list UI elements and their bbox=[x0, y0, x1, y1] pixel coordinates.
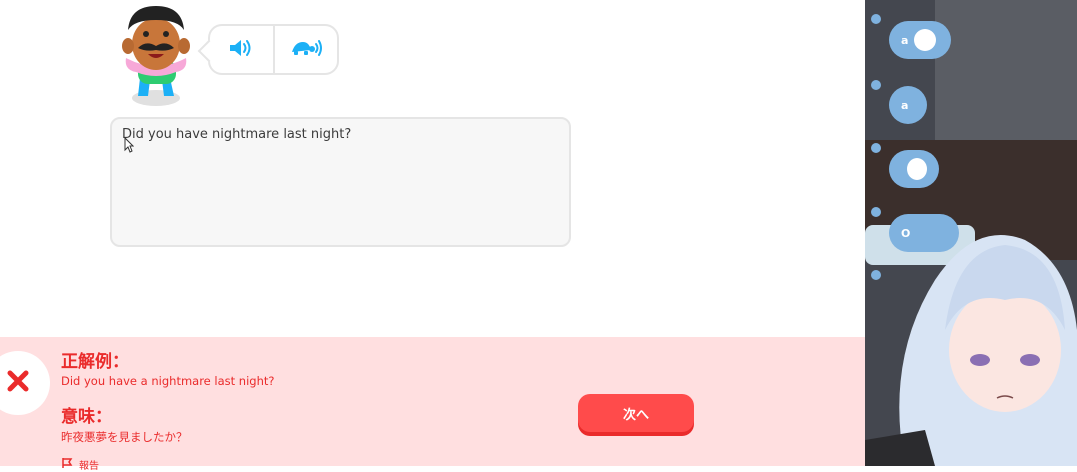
play-slow-audio-button[interactable] bbox=[272, 26, 338, 73]
avatar bbox=[907, 158, 927, 180]
chat-username: a bbox=[901, 33, 909, 47]
chat-dot bbox=[871, 207, 881, 217]
incorrect-feedback-panel: 正解例： Did you have a nightmare last night… bbox=[0, 337, 865, 472]
audio-controls bbox=[208, 24, 339, 75]
avatar bbox=[914, 29, 937, 51]
mouse-cursor-icon bbox=[124, 136, 135, 157]
chat-dot bbox=[871, 14, 881, 24]
chat-username: O bbox=[901, 226, 911, 240]
answer-text: Did you have nightmare last night? bbox=[122, 127, 352, 142]
report-button[interactable]: 報告 bbox=[61, 457, 99, 472]
correct-solution-heading: 正解例： bbox=[61, 352, 129, 372]
chat-username: a bbox=[901, 98, 909, 112]
chat-message: a bbox=[889, 21, 951, 59]
chat-dot bbox=[871, 143, 881, 153]
close-icon bbox=[5, 368, 31, 398]
answer-textarea[interactable]: Did you have nightmare last night? bbox=[110, 117, 571, 247]
flag-icon bbox=[61, 457, 73, 472]
character-illustration bbox=[118, 0, 194, 108]
next-button[interactable]: 次へ bbox=[578, 394, 694, 432]
chat-dot bbox=[871, 80, 881, 90]
speaker-icon bbox=[228, 38, 254, 62]
report-label: 報告 bbox=[79, 461, 99, 472]
meaning-text: 昨夜悪夢を見ましたか？ bbox=[61, 430, 188, 444]
chat-message: a bbox=[889, 86, 927, 124]
meaning-heading: 意味： bbox=[61, 407, 112, 427]
turtle-icon bbox=[289, 38, 323, 62]
wrong-answer-badge bbox=[0, 351, 50, 415]
play-audio-button[interactable] bbox=[210, 26, 273, 73]
streamer-overlay: a a O bbox=[865, 0, 1077, 466]
chat-message: O bbox=[889, 214, 959, 252]
chat-message bbox=[889, 150, 939, 188]
correct-solution-text: Did you have a nightmare last night? bbox=[61, 374, 275, 388]
chat-dot bbox=[871, 270, 881, 280]
